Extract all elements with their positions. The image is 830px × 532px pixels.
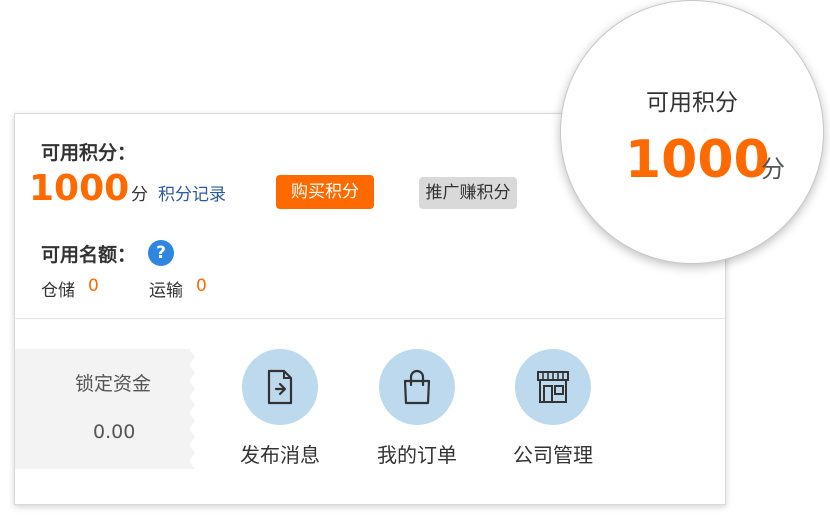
quota-storage-label: 仓储 (41, 281, 75, 301)
help-icon[interactable]: ? (148, 240, 174, 266)
quick-action-my-orders[interactable]: 我的订单 (364, 349, 474, 469)
points-magnifier-callout: 可用积分 1000 分 (560, 0, 824, 264)
publish-label: 发布消息 (240, 443, 320, 467)
quick-action-publish[interactable]: 发布消息 (227, 349, 337, 469)
shopping-bag-icon (379, 349, 455, 425)
publish-icon (242, 349, 318, 425)
quota-storage-value: 0 (88, 276, 99, 296)
locked-funds-label: 锁定资金 (75, 373, 152, 395)
divider (15, 318, 725, 319)
buy-points-button[interactable]: 购买积分 (276, 175, 374, 209)
my-orders-label: 我的订单 (377, 443, 457, 467)
magnifier-label: 可用积分 (646, 90, 738, 116)
company-management-label: 公司管理 (513, 443, 593, 467)
points-record-link[interactable]: 积分记录 (158, 180, 226, 205)
quota-transport-label: 运输 (149, 281, 183, 301)
available-points-label: 可用积分： (41, 142, 137, 164)
locked-funds-value: 0.00 (93, 421, 136, 443)
magnifier-points-unit: 分 (761, 155, 785, 183)
storefront-icon (515, 349, 591, 425)
available-points-value: 1000 (29, 168, 130, 209)
points-unit: 分 (131, 185, 148, 205)
promote-earn-points-button[interactable]: 推广赚积分 (419, 177, 517, 209)
quota-transport-value: 0 (196, 276, 207, 296)
magnifier-points-value: 1000 (625, 130, 770, 190)
available-quota-label: 可用名额： (41, 244, 137, 266)
locked-funds-zigzag-edge (183, 349, 195, 469)
locked-funds-panel: 锁定资金 0.00 (15, 349, 190, 469)
quick-action-company-management[interactable]: 公司管理 (500, 349, 610, 469)
